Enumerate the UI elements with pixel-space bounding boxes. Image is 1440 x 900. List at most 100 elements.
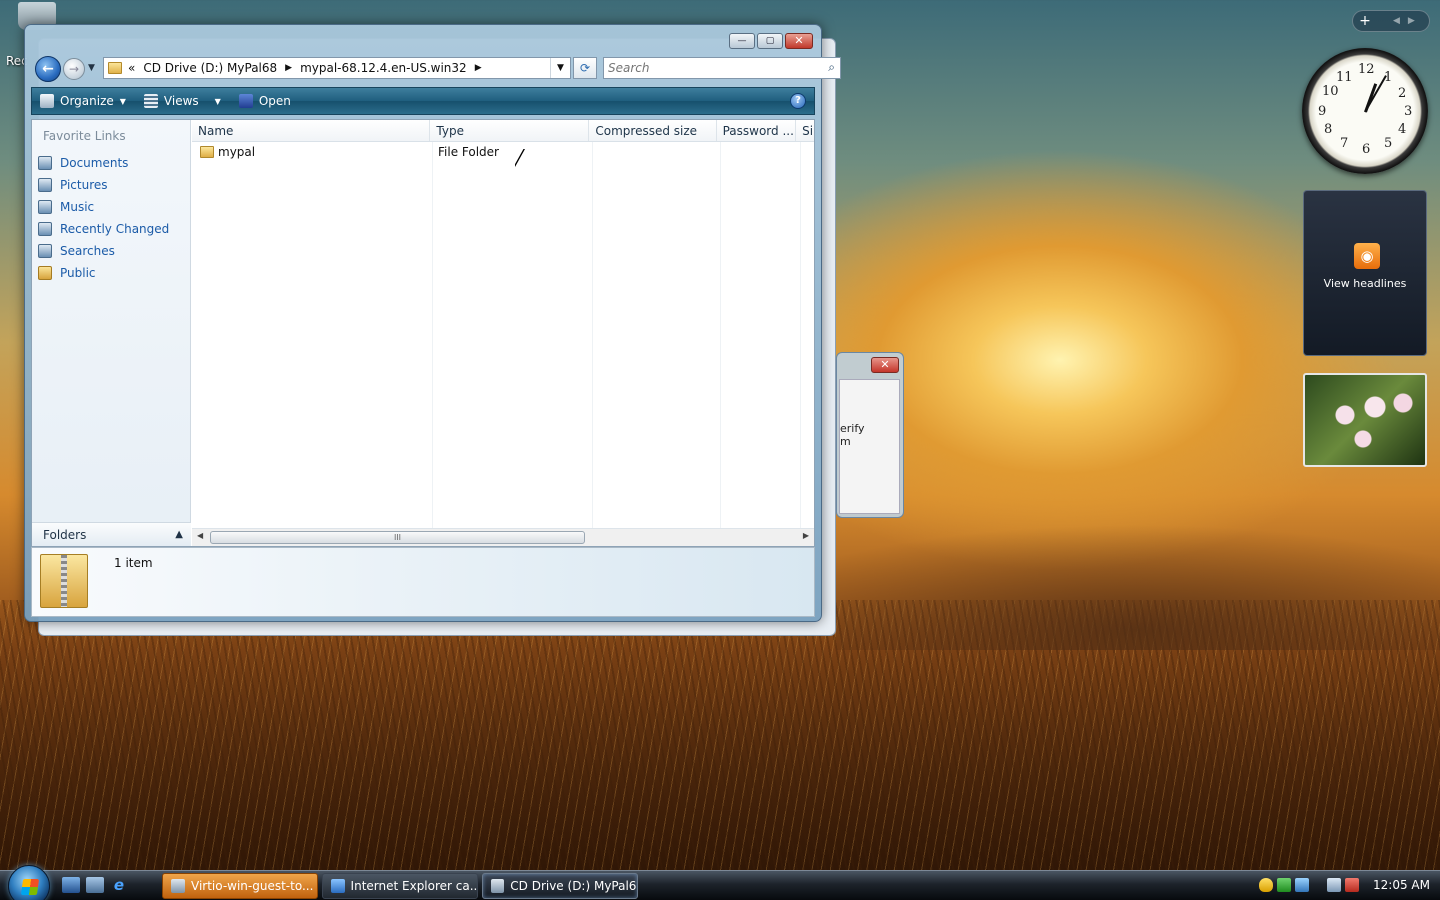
installer-icon — [171, 879, 185, 893]
favorite-link-music[interactable]: Music — [38, 196, 169, 218]
breadcrumb-mypal-folder[interactable]: mypal-68.12.4.en-US.win32 — [300, 61, 467, 75]
clock-number: 11 — [1336, 70, 1353, 85]
breadcrumb-separator-icon[interactable]: ▶ — [285, 63, 292, 73]
row-name-cell: mypal — [192, 142, 432, 162]
clock-number: 6 — [1362, 142, 1371, 157]
column-header-name[interactable]: Name — [192, 120, 431, 141]
favorite-link-searches[interactable]: Searches — [38, 240, 169, 262]
views-label: Views — [163, 94, 199, 108]
network-icon[interactable] — [1295, 878, 1310, 892]
quick-launch: e — [62, 877, 134, 893]
dialog-close-button[interactable]: ✕ — [871, 357, 899, 373]
views-button[interactable]: Views ▼ — [143, 94, 221, 108]
taskbar-button-internet-explorer[interactable]: Internet Explorer ca... — [322, 873, 478, 899]
searches-icon — [38, 244, 52, 258]
favorite-link-label: Documents — [60, 156, 129, 170]
address-bar[interactable]: « CD Drive (D:) MyPal68 ▶ mypal-68.12.4.… — [103, 57, 571, 79]
recently-changed-icon — [38, 222, 52, 236]
slideshow-gadget[interactable] — [1303, 373, 1427, 467]
scroll-left-icon[interactable]: ◀ — [197, 531, 203, 540]
favorite-link-recently-changed[interactable]: Recently Changed — [38, 218, 169, 240]
taskbar-clock[interactable]: 12:05 AM — [1373, 878, 1430, 892]
volume-muted-icon[interactable] — [1345, 878, 1360, 892]
forward-button[interactable]: → — [63, 58, 85, 80]
chevron-up-icon: ▲ — [175, 529, 183, 540]
breadcrumb-overflow[interactable]: « — [128, 61, 135, 75]
horizontal-scrollbar[interactable]: ◀ III ▶ — [192, 528, 814, 546]
view-headlines-label[interactable]: View headlines — [1304, 277, 1426, 290]
music-icon — [38, 200, 52, 214]
column-header-row: Name Type Compressed size Password ... S… — [192, 120, 814, 142]
favorite-link-label: Music — [60, 200, 95, 214]
search-icon[interactable]: ⌕ — [828, 60, 835, 75]
column-header-password[interactable]: Password ... — [717, 120, 797, 141]
chevron-down-icon: ▼ — [214, 96, 221, 106]
taskbar-button-virtio[interactable]: Virtio-win-guest-to... — [162, 873, 318, 899]
clock-number: 9 — [1318, 104, 1327, 119]
show-desktop-icon[interactable] — [62, 877, 80, 893]
clock-gadget[interactable]: 12 1 2 3 4 5 6 7 8 9 10 11 — [1302, 48, 1428, 174]
cd-drive-icon — [491, 879, 505, 893]
switch-windows-icon[interactable] — [86, 877, 104, 893]
column-header-compressed-size[interactable]: Compressed size — [589, 120, 717, 141]
display-icon[interactable] — [1327, 878, 1342, 892]
updates-icon[interactable] — [1277, 878, 1292, 892]
column-divider — [592, 142, 593, 528]
favorite-link-pictures[interactable]: Pictures — [38, 174, 169, 196]
clock-number: 5 — [1384, 136, 1393, 151]
pictures-icon — [38, 178, 52, 192]
favorite-link-label: Pictures — [60, 178, 108, 192]
gadget-toolbar: + ◀▶ — [1352, 10, 1430, 32]
content-area: Favorite Links Documents Pictures Music … — [31, 119, 815, 547]
open-button[interactable]: Open — [238, 94, 291, 108]
taskbar-button-cd-drive[interactable]: CD Drive (D:) MyPal68 — [482, 873, 638, 899]
item-count: 1 item — [114, 556, 153, 570]
security-alert-icon[interactable] — [1259, 878, 1274, 892]
documents-icon — [38, 156, 52, 170]
search-box[interactable]: ⌕ — [603, 57, 841, 79]
dialog-body: erify m — [839, 379, 900, 514]
refresh-button[interactable]: ⟳ — [573, 57, 597, 79]
chevron-down-icon: ▼ — [119, 96, 126, 106]
scrollbar-thumb[interactable]: III — [210, 531, 585, 544]
background-dialog: ✕ erify m — [836, 352, 904, 518]
zip-folder-icon — [40, 554, 88, 608]
favorite-link-label: Public — [60, 266, 96, 280]
organize-button[interactable]: Organize ▼ — [40, 94, 126, 108]
rss-icon: ◉ — [1354, 243, 1380, 269]
mouse-cursor-icon — [514, 148, 524, 166]
taskbar-button-label: Virtio-win-guest-to... — [191, 879, 314, 893]
start-button[interactable] — [8, 865, 50, 900]
minimize-button[interactable]: — — [729, 33, 755, 49]
back-button[interactable]: ← — [35, 56, 61, 82]
scroll-right-icon[interactable]: ▶ — [803, 531, 809, 540]
clock-number: 10 — [1322, 84, 1339, 99]
organize-icon — [40, 94, 54, 108]
navigation-pane: Favorite Links Documents Pictures Music … — [32, 120, 191, 546]
folders-toggle[interactable]: Folders ▲ — [32, 522, 191, 546]
breadcrumb-cd-drive[interactable]: CD Drive (D:) MyPal68 — [143, 61, 277, 75]
breadcrumb-separator-icon[interactable]: ▶ — [475, 63, 482, 73]
internet-explorer-icon[interactable]: e — [110, 877, 128, 893]
maximize-button[interactable]: ▢ — [757, 33, 783, 49]
gadget-nav-arrows[interactable]: ◀▶ — [1393, 16, 1423, 26]
open-label: Open — [258, 94, 291, 108]
folders-label: Folders — [43, 527, 87, 542]
help-button[interactable]: ? — [790, 93, 806, 109]
favorite-link-documents[interactable]: Documents — [38, 152, 169, 174]
recent-pages-dropdown[interactable]: ▼ — [88, 63, 95, 73]
search-input[interactable] — [604, 58, 814, 78]
feed-headlines-gadget[interactable]: ◉ View headlines — [1303, 190, 1427, 356]
clock-number: 12 — [1358, 62, 1375, 77]
add-gadget-button[interactable]: + — [1353, 13, 1377, 29]
column-header-size[interactable]: Si — [796, 120, 814, 141]
column-divider — [800, 142, 801, 528]
views-icon — [143, 94, 158, 108]
column-header-type[interactable]: Type — [430, 120, 590, 141]
folder-icon — [200, 146, 214, 158]
favorite-link-public[interactable]: Public — [38, 262, 169, 284]
address-dropdown-icon[interactable]: ▼ — [550, 58, 570, 78]
table-row[interactable]: mypal File Folder — [192, 142, 592, 162]
taskbar-button-label: CD Drive (D:) MyPal68 — [510, 879, 637, 893]
close-button[interactable]: ✕ — [785, 33, 813, 49]
